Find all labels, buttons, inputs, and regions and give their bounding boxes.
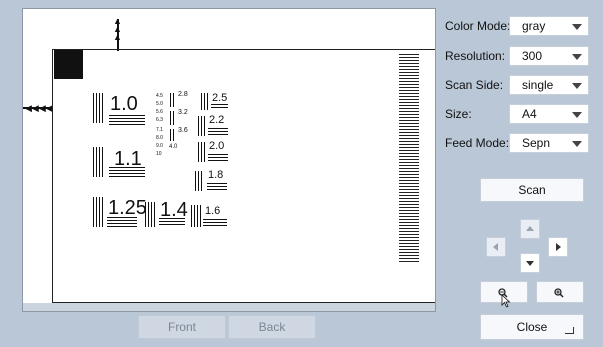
resolution-label: Resolution: bbox=[445, 49, 506, 63]
resolution-bars bbox=[191, 205, 201, 227]
arrow-down-icon[interactable] bbox=[520, 253, 540, 273]
resolution-lines bbox=[211, 104, 228, 110]
resolution-label: 7.1 bbox=[156, 127, 163, 133]
resolution-bars bbox=[195, 171, 204, 191]
top-arrow-marks: ▲ ▲ ▲ bbox=[113, 16, 122, 42]
arrow-left-icon[interactable] bbox=[486, 237, 506, 257]
size-label: Size: bbox=[445, 107, 472, 121]
resolution-label: 2.0 bbox=[209, 140, 225, 152]
resolution-label: 1.6 bbox=[205, 205, 221, 217]
scan-side-select[interactable]: single bbox=[509, 75, 589, 95]
arrow-right-icon[interactable] bbox=[548, 237, 568, 257]
resolution-lines bbox=[203, 219, 227, 227]
resolution-label: 3.2 bbox=[178, 109, 188, 116]
enter-key-icon bbox=[565, 327, 574, 334]
resolution-bars bbox=[198, 116, 207, 136]
resolution-bars bbox=[93, 147, 105, 177]
resolution-bars bbox=[170, 93, 176, 107]
scan-side-value: single bbox=[522, 78, 554, 92]
chevron-down-icon bbox=[572, 112, 582, 118]
scan-side-label: Scan Side: bbox=[445, 78, 504, 92]
color-mode-label: Color Mode: bbox=[445, 19, 511, 33]
resolution-label: 4.5 bbox=[156, 93, 163, 99]
scan-button[interactable]: Scan bbox=[480, 178, 584, 202]
resolution-bars bbox=[198, 142, 207, 162]
close-button[interactable]: Close bbox=[480, 314, 584, 340]
resolution-select[interactable]: 300 bbox=[509, 46, 589, 66]
resolution-bars bbox=[93, 197, 105, 227]
zoom-in-icon bbox=[554, 288, 564, 298]
resolution-lines bbox=[109, 167, 145, 177]
resolution-label: 5.6 bbox=[156, 109, 163, 115]
chevron-down-icon bbox=[572, 54, 582, 60]
resolution-bars bbox=[201, 93, 209, 110]
page-top-edge bbox=[52, 49, 435, 50]
resolution-lines bbox=[207, 183, 227, 191]
size-select[interactable]: A4 bbox=[509, 104, 589, 124]
color-mode-select[interactable]: gray bbox=[509, 16, 589, 36]
resolution-label: 4.0 bbox=[169, 144, 178, 150]
resolution-lines bbox=[107, 217, 137, 227]
resolution-label: 2.5 bbox=[212, 92, 228, 104]
back-button[interactable]: Back bbox=[228, 315, 316, 339]
chevron-down-icon bbox=[572, 83, 582, 89]
resolution-bars bbox=[145, 202, 157, 227]
mouse-pointer-icon bbox=[501, 294, 511, 308]
preview-bottom-band bbox=[23, 303, 435, 311]
resolution-label: 8.0 bbox=[156, 135, 163, 141]
resolution-lines bbox=[159, 218, 185, 227]
front-button[interactable]: Front bbox=[138, 315, 226, 339]
feed-mode-select[interactable]: Sepn bbox=[509, 133, 589, 153]
page-left-edge bbox=[52, 49, 53, 303]
feed-mode-label: Feed Mode: bbox=[445, 136, 510, 150]
arrow-up-icon[interactable] bbox=[520, 219, 540, 239]
resolution-bars bbox=[170, 111, 176, 125]
close-label: Close bbox=[516, 320, 548, 334]
resolution-label: 1.8 bbox=[208, 169, 224, 181]
color-mode-value: gray bbox=[522, 19, 546, 33]
resolution-bars bbox=[170, 129, 176, 141]
resolution-label: 2.8 bbox=[178, 91, 188, 98]
scan-preview[interactable]: ▲ ▲ ▲ ◀◀◀◀ 1.0 1.1 1.25 1.4 1.6 1.8 2.0 … bbox=[22, 8, 436, 312]
resolution-value: 300 bbox=[522, 49, 543, 63]
zoom-in-button[interactable] bbox=[536, 281, 584, 303]
resolution-lines bbox=[109, 115, 145, 125]
resolution-lines bbox=[208, 154, 228, 162]
resolution-label: 10 bbox=[156, 151, 162, 157]
resolution-label: 1.0 bbox=[110, 93, 138, 115]
resolution-label: 3.6 bbox=[178, 127, 188, 134]
scanner-dialog: ▲ ▲ ▲ ◀◀◀◀ 1.0 1.1 1.25 1.4 1.6 1.8 2.0 … bbox=[0, 0, 603, 347]
registration-block bbox=[54, 50, 83, 79]
chevron-down-icon bbox=[572, 141, 582, 147]
resolution-label: 9.0 bbox=[156, 143, 163, 149]
resolution-bars bbox=[93, 93, 105, 123]
resolution-label: 2.2 bbox=[209, 114, 225, 126]
size-value: A4 bbox=[522, 107, 537, 121]
feed-mode-value: Sepn bbox=[522, 136, 551, 150]
resolution-lines bbox=[208, 128, 228, 136]
chevron-down-icon bbox=[572, 24, 582, 30]
resolution-label: 5.0 bbox=[156, 101, 163, 107]
resolution-label: 6.3 bbox=[156, 117, 163, 123]
density-strip bbox=[399, 54, 419, 264]
left-arrow-marks: ◀◀◀◀ bbox=[25, 103, 53, 113]
